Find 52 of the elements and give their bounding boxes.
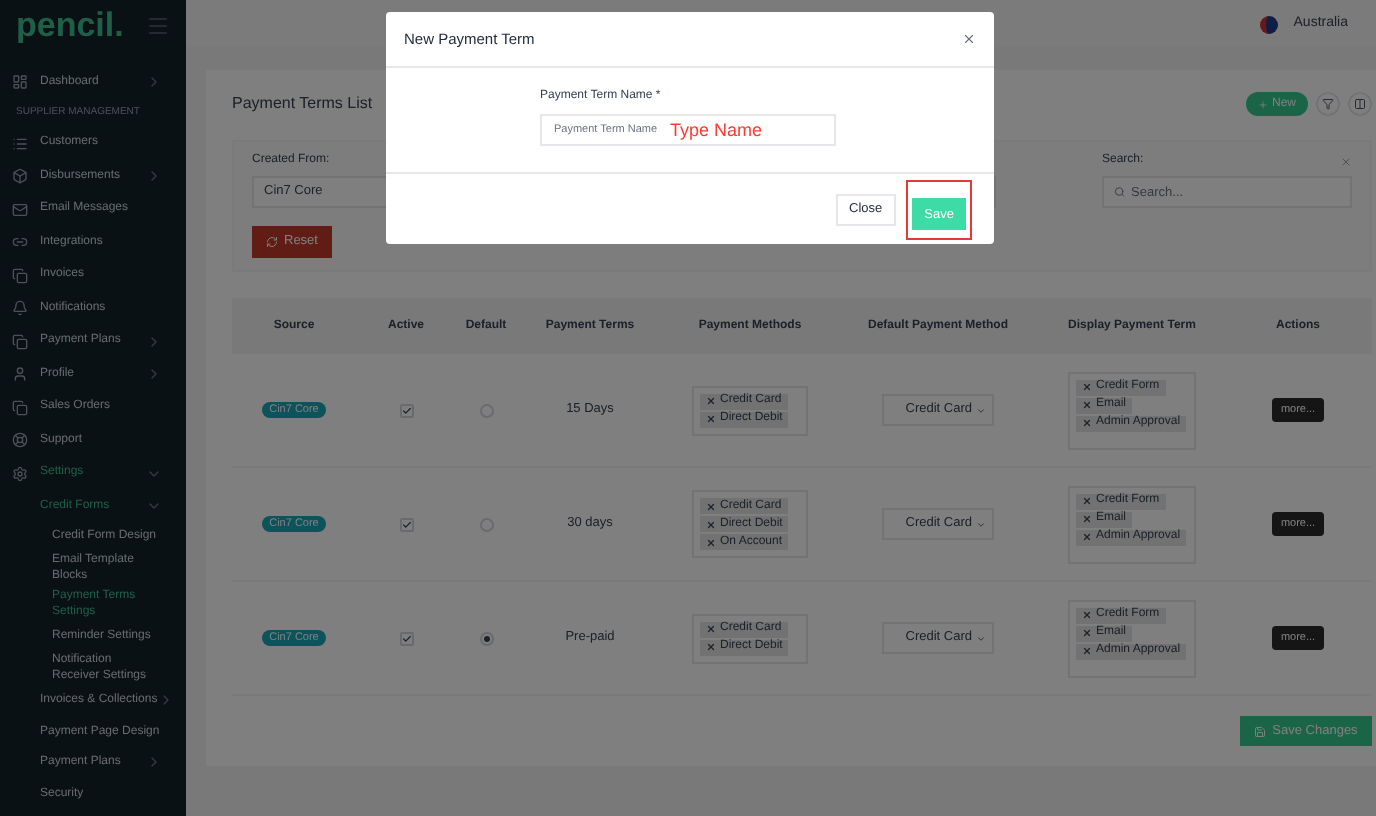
remove-icon[interactable] [706, 396, 716, 406]
annotation-text: Type Name [670, 118, 763, 142]
flag-icon [1259, 16, 1278, 34]
check-icon [401, 519, 411, 529]
lifebuoy-icon [12, 432, 28, 449]
envelope-icon [12, 201, 28, 218]
chevron-icon [976, 519, 986, 529]
columns-icon [1354, 98, 1366, 110]
active-checkbox[interactable] [399, 403, 413, 417]
remove-icon[interactable] [1082, 400, 1092, 410]
refresh-icon [266, 236, 278, 248]
plus-icon [1257, 99, 1268, 109]
link-icon [12, 234, 28, 251]
remove-icon[interactable] [706, 414, 716, 424]
stacked-pages-icon [12, 333, 28, 350]
clear-icon[interactable] [1340, 155, 1352, 167]
remove-icon[interactable] [1082, 532, 1092, 542]
gear-icon [12, 465, 28, 482]
remove-icon[interactable] [706, 624, 716, 634]
filter-icon [1322, 98, 1334, 110]
logo: pencil. [16, 3, 124, 48]
user-icon [12, 366, 28, 383]
active-checkbox[interactable] [399, 631, 413, 645]
check-icon [401, 633, 411, 643]
dashboard-icon [12, 74, 28, 91]
default-radio[interactable] [479, 631, 493, 645]
columns-button[interactable] [1348, 92, 1372, 116]
stacked-pages-icon [12, 399, 28, 416]
remove-icon[interactable] [1082, 646, 1092, 656]
chevron-icon [976, 405, 986, 415]
remove-icon[interactable] [706, 642, 716, 652]
list-icon [12, 135, 28, 152]
stacked-pages-icon [12, 267, 28, 284]
save-icon [1254, 725, 1267, 737]
close-icon[interactable] [962, 32, 976, 46]
remove-icon[interactable] [1082, 514, 1092, 524]
bell-icon [12, 300, 28, 317]
page-title: Payment Terms List [232, 92, 373, 116]
remove-icon[interactable] [706, 519, 716, 529]
remove-icon[interactable] [1082, 628, 1092, 638]
active-checkbox[interactable] [399, 517, 413, 531]
remove-icon[interactable] [1082, 610, 1092, 620]
remove-icon[interactable] [1082, 496, 1092, 506]
remove-icon[interactable] [1082, 382, 1092, 392]
remove-icon[interactable] [706, 501, 716, 511]
remove-icon[interactable] [1082, 418, 1092, 428]
check-icon [401, 405, 411, 415]
filter-button[interactable] [1316, 92, 1340, 116]
box-icon [12, 168, 28, 185]
remove-icon[interactable] [706, 537, 716, 547]
chevron-icon [976, 633, 986, 643]
search-icon [1114, 186, 1126, 198]
